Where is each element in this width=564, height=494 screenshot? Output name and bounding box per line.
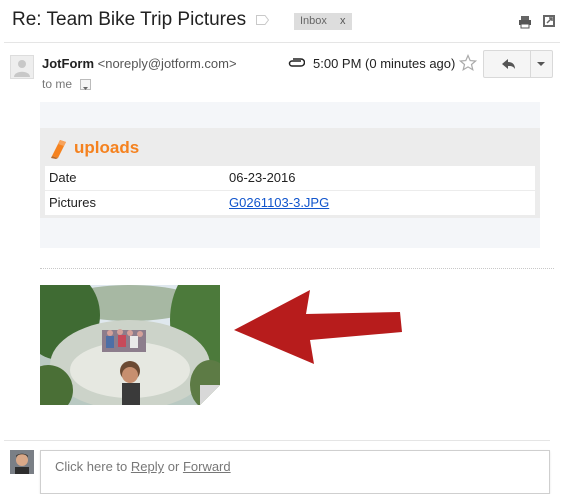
label-icon[interactable] (256, 15, 269, 25)
form-row-value: 06-23-2016 (229, 170, 296, 185)
attachment-thumbnail[interactable] (40, 285, 220, 405)
photo-image (40, 285, 220, 405)
inbox-label-chip: Inbox x (294, 13, 352, 30)
header-divider (4, 42, 560, 43)
remove-label-button[interactable]: x (340, 13, 346, 30)
reply-button[interactable] (483, 50, 531, 78)
quick-reply-box[interactable]: Click here to Reply or Forward (40, 450, 550, 494)
form-row-pictures: Pictures G0261103-3.JPG (45, 191, 535, 215)
reply-link[interactable]: Reply (131, 459, 164, 474)
recipient-line: to me (42, 77, 73, 91)
form-row-date: Date 06-23-2016 (45, 166, 535, 190)
paperclip-icon (288, 58, 305, 67)
user-avatar (10, 450, 34, 474)
print-icon[interactable] (518, 15, 532, 29)
jotform-logo-icon (51, 140, 66, 159)
annotation-arrow (234, 290, 402, 364)
more-actions-button[interactable] (531, 50, 553, 78)
sender-line: JotForm <noreply@jotform.com> (42, 56, 237, 71)
recipient-details-toggle[interactable] (80, 79, 91, 90)
reply-or-text: or (167, 459, 180, 474)
inbox-label-text: Inbox (300, 15, 327, 27)
star-icon[interactable] (459, 54, 477, 72)
footer-divider (4, 440, 550, 441)
form-title: uploads (74, 138, 140, 157)
sender-name[interactable]: JotForm (42, 56, 94, 71)
new-window-icon[interactable] (542, 14, 556, 28)
attachment-divider (40, 268, 554, 269)
chevron-down-icon (83, 87, 88, 90)
form-card-top (40, 102, 540, 128)
picture-file-link[interactable]: G0261103-3.JPG (229, 195, 329, 210)
chevron-down-icon (537, 62, 545, 66)
sender-email: <noreply@jotform.com> (97, 56, 237, 71)
avatar-icon (10, 55, 34, 79)
message-time: 5:00 PM (0 minutes ago) (313, 56, 456, 71)
reply-icon (502, 59, 515, 69)
form-row-label: Pictures (49, 195, 96, 210)
email-subject: Re: Team Bike Trip Pictures (12, 9, 247, 30)
form-card-bottom (40, 218, 540, 248)
reply-prompt-text: Click here to (55, 459, 128, 474)
form-row-label: Date (49, 170, 77, 185)
forward-link[interactable]: Forward (183, 459, 231, 474)
